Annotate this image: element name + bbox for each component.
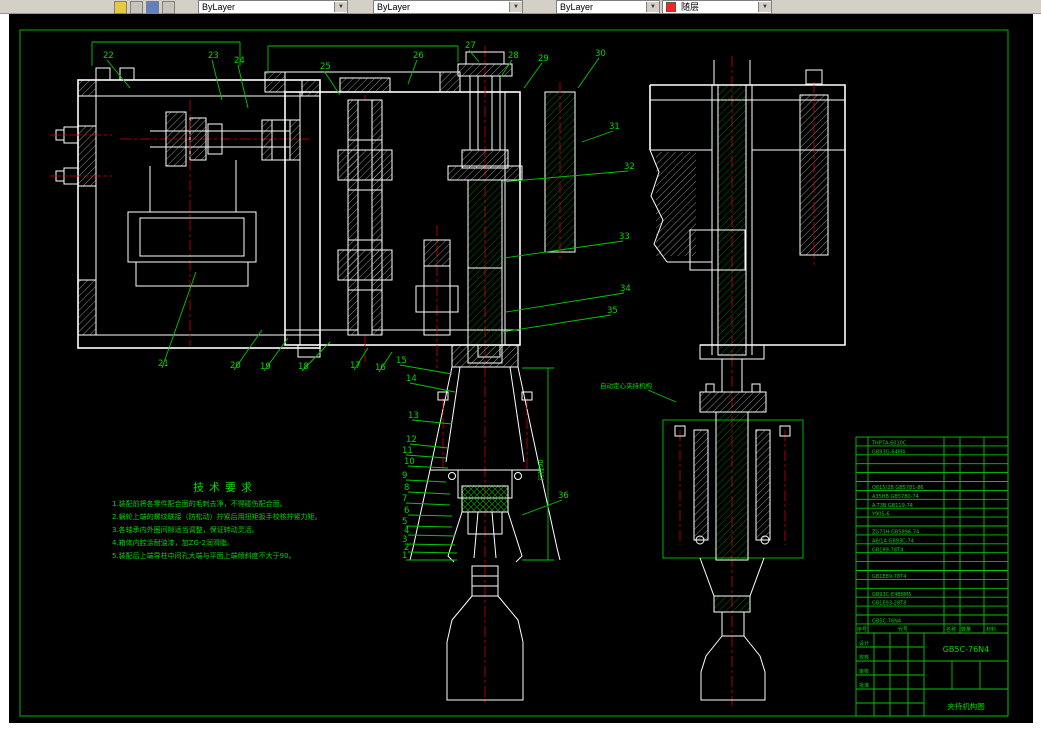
color-control-value: ByLayer xyxy=(202,1,236,12)
svg-text:11: 11 xyxy=(402,446,413,456)
chevron-down-icon[interactable]: ▼ xyxy=(334,2,347,12)
svg-text:28: 28 xyxy=(508,51,519,61)
lineweight-control-combo[interactable]: ByLayer ▼ xyxy=(556,0,660,14)
svg-text:33: 33 xyxy=(619,232,630,242)
svg-text:8: 8 xyxy=(404,483,409,493)
chevron-down-icon[interactable]: ▼ xyxy=(646,2,659,12)
svg-text:26: 26 xyxy=(413,51,424,61)
plotstyle-color-value: 随层 xyxy=(681,1,700,12)
svg-text:16: 16 xyxy=(375,363,386,373)
svg-text:10: 10 xyxy=(404,457,415,467)
svg-text:校核: 校核 xyxy=(859,654,869,661)
svg-text:4.箱体内腔涂耐油漆，加ZG-2润滑脂。: 4.箱体内腔涂耐油漆，加ZG-2润滑脂。 xyxy=(112,538,234,547)
svg-text:30: 30 xyxy=(595,49,606,59)
svg-text:设计: 设计 xyxy=(859,640,869,647)
make-block-icon[interactable] xyxy=(114,1,127,14)
svg-text:5.装配后上端导柱中间孔大端与平面上端倾斜度不大于90。: 5.装配后上端导柱中间孔大端与平面上端倾斜度不大于90。 xyxy=(112,551,296,560)
svg-text:14: 14 xyxy=(406,374,417,384)
chevron-down-icon[interactable]: ▼ xyxy=(758,2,771,12)
svg-text:Y90S-6: Y90S-6 xyxy=(871,512,890,518)
svg-text:GB93C-E4B8M5: GB93C-E4B8M5 xyxy=(872,592,911,598)
svg-text:9: 9 xyxy=(402,471,407,481)
svg-text:20: 20 xyxy=(230,361,241,371)
svg-text:23: 23 xyxy=(208,51,219,61)
svg-text:A6/1A GB93C-74: A6/1A GB93C-74 xyxy=(872,538,914,544)
lineweight-control-value: ByLayer xyxy=(560,1,594,12)
svg-text:27: 27 xyxy=(465,41,476,51)
svg-text:GB5C-76N4: GB5C-76N4 xyxy=(872,619,901,625)
svg-text:29: 29 xyxy=(538,54,549,64)
svg-text:31: 31 xyxy=(609,122,620,132)
svg-text:Q815/2B GB5781-86: Q815/2B GB5781-86 xyxy=(872,485,924,491)
svg-text:2.蜗轮上端的螺纹联接（防松动）拧紧后用扭矩扳手校核拧紧力矩: 2.蜗轮上端的螺纹联接（防松动）拧紧后用扭矩扳手校核拧紧力矩。 xyxy=(112,512,322,521)
svg-text:GB1E89-78T4: GB1E89-78T4 xyxy=(872,574,906,580)
chevron-down-icon[interactable]: ▼ xyxy=(509,2,522,12)
svg-text:1: 1 xyxy=(402,551,407,561)
svg-text:15: 15 xyxy=(396,356,407,366)
svg-text:17: 17 xyxy=(350,361,361,371)
svg-text:35: 35 xyxy=(607,306,618,316)
svg-text:19: 19 xyxy=(260,362,271,372)
layer-manager-icon[interactable] xyxy=(130,1,143,14)
mechanism-note: 自动定心夹持机构 xyxy=(600,381,653,390)
svg-text:13: 13 xyxy=(408,411,419,421)
layer-states-icon[interactable] xyxy=(146,1,159,14)
properties-toolbar: ByLayer ▼ ByLayer ▼ ByLayer ▼ 随层 ▼ xyxy=(0,0,1041,14)
svg-text:ZG73H GB5896-74: ZG73H GB5896-74 xyxy=(872,530,919,536)
svg-text:22: 22 xyxy=(103,51,114,61)
color-control-combo[interactable]: ByLayer ▼ xyxy=(198,0,348,14)
svg-text:1.装配前将各零件配合面的毛刺去净，不得碰伤配合面。: 1.装配前将各零件配合面的毛刺去净，不得碰伤配合面。 xyxy=(112,499,287,508)
svg-text:序号: 序号 xyxy=(857,626,867,633)
svg-text:24: 24 xyxy=(234,56,245,66)
svg-text:审核: 审核 xyxy=(859,668,869,675)
color-swatch xyxy=(666,2,676,12)
svg-text:数量: 数量 xyxy=(961,626,971,633)
linetype-control-combo[interactable]: ByLayer ▼ xyxy=(373,0,523,14)
svg-text:36: 36 xyxy=(558,491,569,501)
svg-text:32: 32 xyxy=(624,162,635,172)
svg-text:材料: 材料 xyxy=(986,626,996,633)
drawing-canvas[interactable]: 行程90 自动定心夹持机构 22 23 24 25 26 27 28 29 30 31 32 33 34… xyxy=(0,0,1041,731)
svg-text:6: 6 xyxy=(404,506,409,516)
stroke-dimension-label: 行程90 xyxy=(536,459,545,480)
svg-text:34: 34 xyxy=(620,284,631,294)
svg-text:A35HB GB5780-74: A35HB GB5780-74 xyxy=(872,494,919,500)
svg-text:7: 7 xyxy=(402,494,407,504)
drawing-title: 夹持机构图 xyxy=(947,701,985,711)
drawing-code: GB5C-76N4 xyxy=(943,645,990,654)
svg-text:GB1E93-28T8: GB1E93-28T8 xyxy=(872,601,906,607)
technical-requirements-title: 技术要求 xyxy=(193,481,257,494)
svg-text:21: 21 xyxy=(158,359,169,369)
svg-text:GB189-78T4: GB189-78T4 xyxy=(872,547,903,553)
toolbar-icon-group xyxy=(114,1,175,14)
svg-text:代号: 代号 xyxy=(898,626,908,633)
svg-text:12: 12 xyxy=(406,435,417,445)
svg-text:3.各轴承内外圈间隙适当调整，保证转动灵活。: 3.各轴承内外圈间隙适当调整，保证转动灵活。 xyxy=(112,525,259,534)
svg-text:A-T3B GB119-74: A-T3B GB119-74 xyxy=(872,503,913,509)
plotstyle-color-combo[interactable]: 随层 ▼ xyxy=(662,0,772,14)
svg-text:THP7A-6010C: THP7A-6010C xyxy=(871,441,907,447)
linetype-control-value: ByLayer xyxy=(377,1,411,12)
svg-text:批准: 批准 xyxy=(859,682,869,689)
svg-text:GB93G-64M4: GB93G-64M4 xyxy=(872,449,905,455)
svg-text:25: 25 xyxy=(320,62,331,72)
layer-previous-icon[interactable] xyxy=(162,1,175,14)
svg-text:18: 18 xyxy=(298,362,309,372)
svg-text:名称: 名称 xyxy=(946,626,956,633)
